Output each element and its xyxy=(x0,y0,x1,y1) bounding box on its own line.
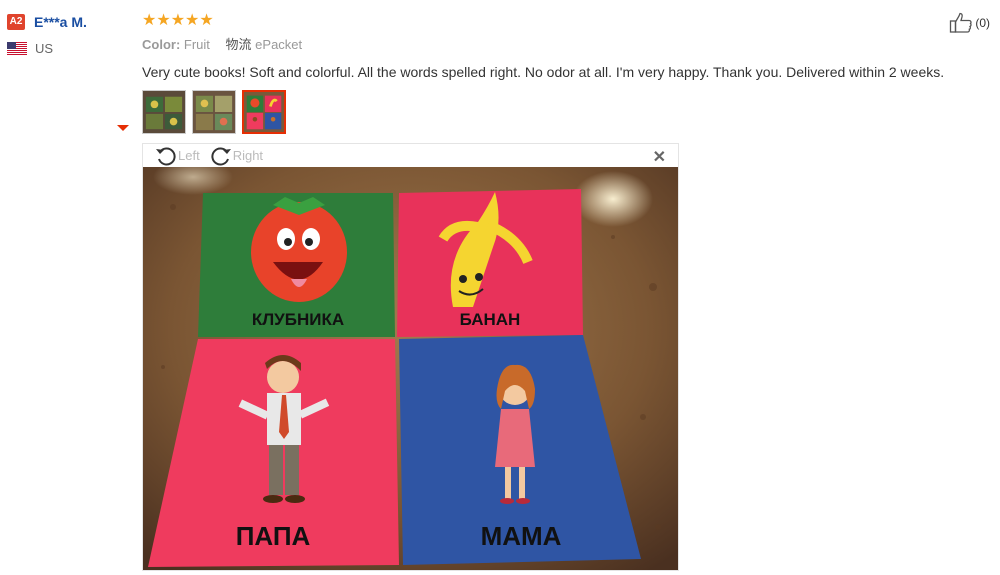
review-photo: КЛУБНИКА БАНАН ПАПА МАМА xyxy=(143,167,678,570)
rotate-right-icon xyxy=(211,147,231,165)
color-value: Fruit xyxy=(183,37,210,52)
color-label: Color: xyxy=(142,37,181,52)
reviewer-name-row: A2 E***a M. xyxy=(7,12,132,32)
rotate-left-button[interactable]: Left xyxy=(155,146,200,166)
reviewer-name: E***a M. xyxy=(34,14,87,30)
thumbnail-image xyxy=(143,91,185,133)
book-banana: БАНАН xyxy=(397,189,583,337)
rating-stars: ★★★★★ xyxy=(142,12,214,29)
reviewer-country: US xyxy=(35,41,54,56)
viewer-toolbar: Left Right ✕ xyxy=(143,144,678,167)
book-word-1: КЛУБНИКА xyxy=(252,310,344,329)
shipping-value: ePacket xyxy=(255,37,303,52)
reviewer-info: A2 E***a M. US xyxy=(7,12,132,56)
reviewer-country-row: US xyxy=(7,41,132,56)
book-strawberry: КЛУБНИКА xyxy=(198,193,395,337)
rotate-left-icon xyxy=(156,147,176,165)
review-text: Very cute books! Soft and colorful. All … xyxy=(142,64,945,80)
review-thumbnails xyxy=(142,90,997,134)
image-viewer: Left Right ✕ КЛУБНИКА БАНАН ПАПА МАМА xyxy=(142,143,679,571)
active-thumbnail-caret xyxy=(117,125,129,131)
rotate-right-label: Right xyxy=(232,148,264,163)
review-thumbnail[interactable] xyxy=(192,90,236,134)
buyer-level-badge: A2 xyxy=(7,14,25,30)
shipping-label: 物流 xyxy=(225,37,252,52)
us-flag-icon xyxy=(7,42,27,55)
thumbnail-image xyxy=(193,91,235,133)
rotate-left-label: Left xyxy=(178,148,200,163)
review-thumbnail-active[interactable] xyxy=(242,90,286,134)
book-word-4: МАМА xyxy=(481,521,562,551)
review-body: ★★★★★ Color: Fruit 物流 ePacket Very cute … xyxy=(142,11,997,134)
review-meta: Color: Fruit 物流 ePacket xyxy=(142,36,997,54)
rotate-right-button[interactable]: Right xyxy=(210,146,263,166)
book-word-3: ПАПА xyxy=(236,521,311,551)
review-thumbnail[interactable] xyxy=(142,90,186,134)
thumbnail-image xyxy=(244,92,284,132)
book-word-2: БАНАН xyxy=(460,310,521,329)
close-icon[interactable]: ✕ xyxy=(653,147,666,167)
